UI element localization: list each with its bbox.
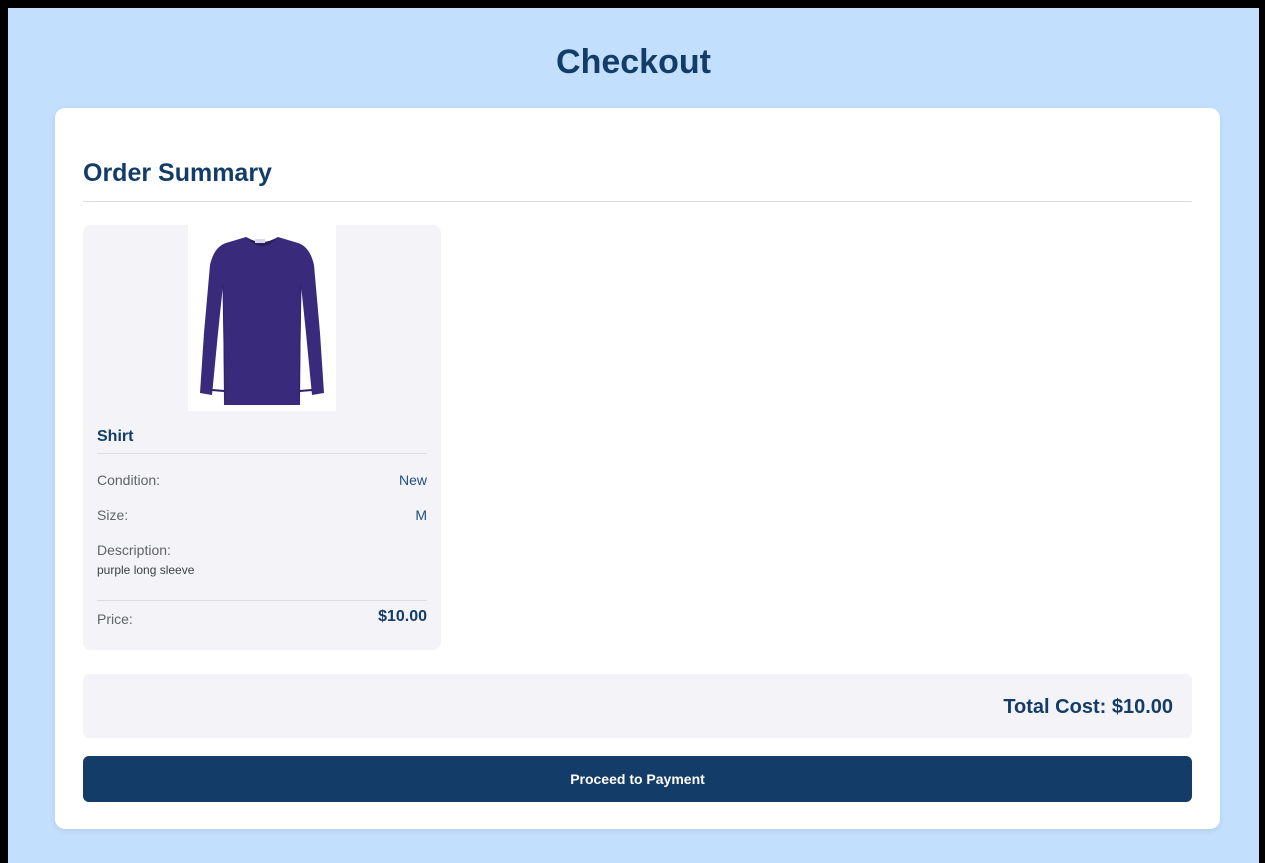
page-frame: Checkout Order Summary Shirt Condition: …: [8, 8, 1259, 863]
price-divider: [97, 600, 427, 601]
proceed-to-payment-button[interactable]: Proceed to Payment: [83, 756, 1192, 802]
shirt-image-icon: [200, 237, 324, 405]
order-item-card: Shirt Condition: New Size: M Description…: [83, 225, 441, 650]
checkout-card: Order Summary Shirt Condition: New Size:: [55, 108, 1220, 829]
order-summary-heading: Order Summary: [83, 159, 272, 187]
description-value: purple long sleeve: [97, 563, 195, 577]
product-image: [188, 225, 336, 411]
total-cost-box: Total Cost: $10.00: [83, 674, 1192, 738]
page-title: Checkout: [556, 43, 711, 81]
price-label: Price:: [97, 611, 133, 627]
description-label: Description:: [97, 542, 171, 558]
size-label: Size:: [97, 507, 129, 523]
item-divider: [97, 453, 427, 454]
condition-label: Condition:: [97, 472, 161, 488]
size-value: M: [415, 507, 427, 523]
condition-value: New: [398, 472, 427, 488]
item-name: Shirt: [97, 428, 134, 445]
section-divider: [83, 201, 1192, 202]
total-cost: Total Cost: $10.00: [1003, 696, 1173, 718]
price-value: $10.00: [378, 608, 427, 625]
